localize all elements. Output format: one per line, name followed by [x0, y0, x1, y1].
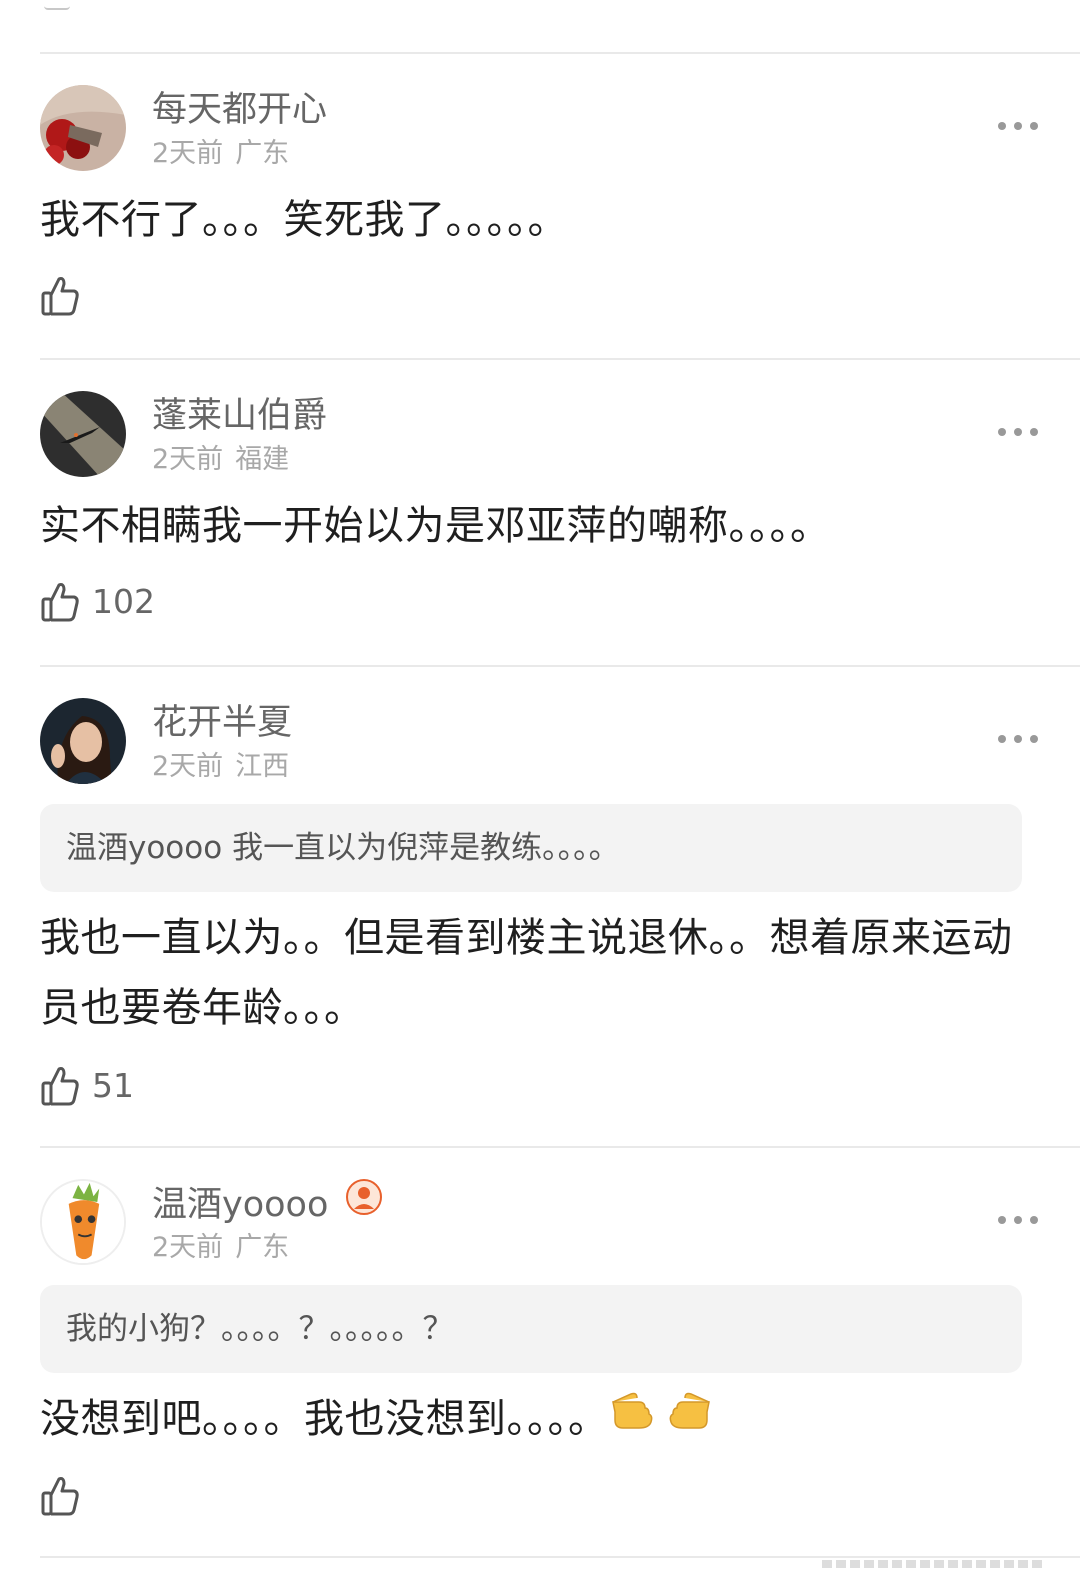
- divider: [40, 665, 1080, 667]
- like-count: 102: [92, 582, 155, 621]
- comment-time: 2天前: [152, 1232, 224, 1263]
- fan-badge-icon: [346, 1179, 383, 1225]
- comment-location: 福建: [235, 444, 290, 475]
- previous-comment-stub: [44, 0, 70, 10]
- comment-text: 我也一直以为。。但是看到楼主说退休。。想着原来运动员也要卷年龄。。。: [40, 915, 1013, 1031]
- comment-meta: 2天前 广东: [152, 137, 289, 171]
- comment-text: 没想到吧。。。。我也没想到。。。。: [40, 1384, 1040, 1456]
- like-button[interactable]: [40, 1475, 80, 1517]
- avatar[interactable]: [40, 85, 126, 171]
- avatar[interactable]: [40, 1179, 126, 1265]
- comment-text: 我不行了。。。笑死我了。。。。。: [40, 197, 568, 243]
- like-button[interactable]: 51: [40, 1065, 134, 1107]
- more-options-icon[interactable]: [998, 417, 1038, 447]
- comment-text-content: 没想到吧。。。。我也没想到。。。。: [40, 1396, 609, 1442]
- thumbs-up-icon: [41, 583, 79, 622]
- comment-location: 广东: [235, 1232, 290, 1263]
- comment-time: 2天前: [152, 444, 224, 475]
- like-button[interactable]: 102: [40, 581, 155, 623]
- comment-location: 江西: [235, 751, 290, 782]
- avatar[interactable]: [40, 698, 126, 784]
- pointing-hands-emoji: [609, 1382, 713, 1452]
- comment-meta: 2天前 广东: [152, 1231, 289, 1265]
- watermark: [822, 1556, 1052, 1575]
- username[interactable]: 每天都开心: [152, 89, 327, 131]
- username[interactable]: 花开半夏: [152, 702, 292, 744]
- comment-location: 广东: [235, 138, 290, 169]
- comment-meta: 2天前 福建: [152, 443, 289, 477]
- comment-time: 2天前: [152, 138, 224, 169]
- like-count: 51: [92, 1066, 134, 1105]
- quoted-reply[interactable]: 温酒yoooo 我一直以为倪萍是教练。。。。: [40, 804, 1022, 892]
- more-options-icon[interactable]: [998, 724, 1038, 754]
- username[interactable]: 蓬莱山伯爵: [152, 395, 327, 437]
- avatar[interactable]: [40, 391, 126, 477]
- divider: [40, 1146, 1080, 1148]
- thumbs-up-icon: [41, 277, 79, 316]
- thumbs-up-icon: [41, 1477, 79, 1516]
- username-text: 温酒yoooo: [152, 1185, 329, 1225]
- like-button[interactable]: [40, 275, 80, 317]
- comment-time: 2天前: [152, 751, 224, 782]
- thumbs-up-icon: [41, 1067, 79, 1106]
- divider: [40, 358, 1080, 360]
- quoted-reply[interactable]: 我的小狗？。。。。？。。。。。？: [40, 1285, 1022, 1373]
- divider: [40, 52, 1080, 54]
- more-options-icon[interactable]: [998, 111, 1038, 141]
- more-options-icon[interactable]: [998, 1205, 1038, 1235]
- comment-text: 实不相瞒我一开始以为是邓亚萍的嘲称。。。。: [40, 503, 831, 549]
- username[interactable]: 温酒yoooo: [152, 1179, 383, 1229]
- comment-meta: 2天前 江西: [152, 750, 289, 784]
